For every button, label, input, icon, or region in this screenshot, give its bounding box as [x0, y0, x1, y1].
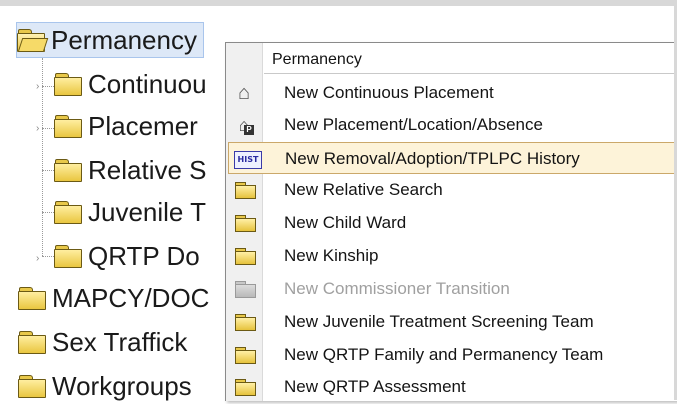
folder-icon [232, 311, 256, 333]
tree-item-juvenile[interactable]: Juvenile T [54, 194, 206, 230]
menu-item-new-removal-adoption-history[interactable]: HIST New Removal/Adoption/TPLPC History [228, 142, 677, 174]
menu-item-label: New Relative Search [284, 180, 443, 199]
tree-item-permanency[interactable]: Permanency [16, 22, 204, 58]
tree-item-label: Juvenile T [88, 197, 207, 227]
house-p-icon: ⌂ P [232, 114, 256, 136]
tree-item-qrtp[interactable]: QRTP Do [54, 238, 200, 274]
tree-item-label: Sex Traffick [52, 327, 188, 357]
menu-item-new-placement-location-absence[interactable]: ⌂ P New Placement/Location/Absence [228, 109, 677, 141]
menu-item-label: New QRTP Family and Permanency Team [284, 345, 604, 364]
tree-item-mapcy[interactable]: MAPCY/DOC [18, 280, 209, 316]
tree-item-workgroups[interactable]: Workgroups [18, 368, 192, 404]
folder-disabled-icon [232, 278, 256, 300]
house-icon: ⌂ [237, 82, 251, 104]
expand-arrow-icon[interactable]: › [36, 254, 44, 264]
tree-item-continuous[interactable]: Continuou [54, 66, 207, 102]
menu-item-new-relative-search[interactable]: New Relative Search [228, 174, 677, 206]
expand-arrow-icon[interactable]: › [36, 82, 44, 92]
tree-item-placement[interactable]: Placemer [54, 108, 198, 144]
folder-icon [232, 179, 256, 201]
menu-item-label: New Removal/Adoption/TPLPC History [285, 149, 580, 168]
tree-item-sex-trafficking[interactable]: Sex Traffick [18, 324, 187, 360]
menu-item-label: New Continuous Placement [284, 83, 494, 102]
menu-header: Permanency [272, 51, 362, 68]
folder-icon [232, 344, 256, 366]
folder-icon [54, 73, 82, 96]
tree-item-label: MAPCY/DOC [52, 283, 210, 313]
folder-icon [54, 245, 82, 268]
tree-item-label: Relative S [88, 155, 207, 185]
tree-item-relative-search[interactable]: Relative S [54, 152, 207, 188]
tree-item-label: Permanency [51, 25, 197, 55]
menu-item-new-qrtp-family-team[interactable]: New QRTP Family and Permanency Team [228, 339, 677, 371]
folder-icon [54, 201, 82, 224]
expand-arrow-icon[interactable]: › [36, 124, 44, 134]
open-folder-icon [17, 29, 49, 52]
menu-item-new-juvenile-treatment-team[interactable]: New Juvenile Treatment Screening Team [228, 306, 677, 338]
menu-separator [264, 73, 677, 74]
tree-item-label: Workgroups [52, 371, 192, 401]
tree-item-label: QRTP Do [88, 241, 200, 271]
history-icon: HIST [233, 148, 262, 170]
tree-connector [42, 170, 54, 171]
menu-item-new-kinship[interactable]: New Kinship [228, 240, 677, 272]
menu-item-label: New Child Ward [284, 213, 407, 232]
menu-item-new-child-ward[interactable]: New Child Ward [228, 207, 677, 239]
folder-icon [18, 287, 46, 310]
folder-icon [232, 212, 256, 234]
menu-item-new-commissioner-transition: New Commissioner Transition [228, 273, 677, 305]
tree-item-label: Placemer [88, 111, 198, 141]
folder-icon [54, 115, 82, 138]
folder-icon [232, 245, 256, 267]
menu-item-label: New Kinship [284, 246, 379, 265]
folder-icon [54, 159, 82, 182]
folder-icon [18, 375, 46, 398]
folder-icon [18, 331, 46, 354]
menu-item-label: New QRTP Assessment [284, 377, 466, 396]
menu-item-label: New Juvenile Treatment Screening Team [284, 312, 594, 331]
menu-item-new-continuous-placement[interactable]: ⌂ New Continuous Placement [228, 77, 677, 109]
tree-item-label: Continuou [88, 69, 207, 99]
context-menu: Permanency ⌂ New Continuous Placement ⌂ … [225, 42, 677, 401]
folder-icon [232, 376, 256, 398]
tree-connector [42, 212, 54, 213]
menu-item-label: New Commissioner Transition [284, 279, 510, 298]
menu-item-new-qrtp-assessment[interactable]: New QRTP Assessment [228, 371, 677, 403]
menu-item-label: New Placement/Location/Absence [284, 115, 543, 134]
